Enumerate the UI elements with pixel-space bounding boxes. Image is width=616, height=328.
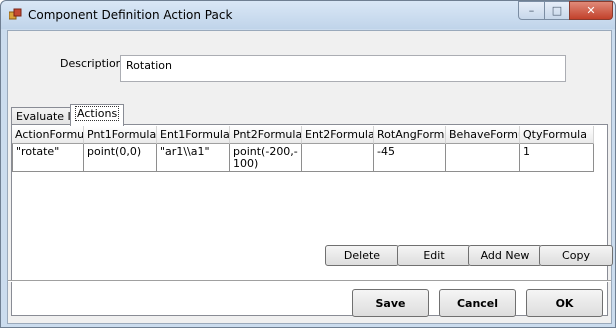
edit-button-label: Edit — [423, 249, 445, 262]
cell-pnt2[interactable]: point(-200,-100) — [230, 144, 302, 172]
delete-button-label: Delete — [343, 249, 381, 262]
minimize-button[interactable]: – — [518, 1, 545, 20]
column-header-action[interactable]: ActionFormul — [12, 126, 84, 144]
cell-action[interactable]: "rotate" — [12, 144, 84, 172]
column-header-rotang[interactable]: RotAngFormu — [374, 126, 446, 144]
tab-actions-label: Actions — [75, 106, 120, 121]
cell-rotang[interactable]: -45 — [374, 144, 446, 172]
column-header-pnt1[interactable]: Pnt1Formula — [84, 126, 157, 144]
tab-evaluate-if-label: Evaluate If — [16, 110, 75, 123]
dialog-client-area: Description Rotation Evaluate If Actions… — [7, 30, 613, 324]
dialog-window: Component Definition Action Pack – □ ✕ D… — [0, 0, 616, 328]
button-divider — [8, 280, 611, 282]
add-new-button-label: Add New — [480, 249, 530, 262]
edit-button[interactable]: Edit — [397, 245, 471, 266]
copy-button[interactable]: Copy — [539, 245, 613, 266]
cell-behave[interactable] — [446, 144, 520, 172]
cell-ent2[interactable] — [302, 144, 374, 172]
title-bar[interactable]: Component Definition Action Pack – □ ✕ — [1, 1, 615, 29]
ok-button-label: OK — [555, 296, 574, 310]
tab-actions[interactable]: Actions — [70, 104, 125, 126]
cell-pnt1[interactable]: point(0,0) — [84, 144, 157, 172]
minimize-icon: – — [528, 4, 535, 17]
close-icon: ✕ — [586, 4, 596, 17]
description-input[interactable]: Rotation — [120, 55, 566, 82]
save-button-label: Save — [375, 296, 406, 310]
column-header-ent2[interactable]: Ent2Formula — [302, 126, 374, 144]
grid-header-row: ActionFormul Pnt1Formula Ent1Formula Pnt… — [12, 126, 594, 144]
column-header-qty[interactable]: QtyFormula — [520, 126, 594, 144]
column-header-ent1[interactable]: Ent1Formula — [157, 126, 230, 144]
cancel-button[interactable]: Cancel — [439, 289, 516, 317]
copy-button-label: Copy — [562, 249, 590, 262]
maximize-button[interactable]: □ — [544, 1, 570, 20]
cell-ent1[interactable]: "ar1\\a1" — [157, 144, 230, 172]
window-title: Component Definition Action Pack — [28, 8, 233, 22]
app-icon — [9, 8, 22, 20]
ok-button[interactable]: OK — [526, 289, 603, 317]
actions-grid: ActionFormul Pnt1Formula Ent1Formula Pnt… — [12, 126, 594, 172]
maximize-icon: □ — [551, 4, 563, 17]
delete-button[interactable]: Delete — [325, 245, 399, 266]
column-header-behave[interactable]: BehaveFormu — [446, 126, 520, 144]
cell-qty[interactable]: 1 — [520, 144, 594, 172]
save-button[interactable]: Save — [352, 289, 429, 317]
table-row[interactable]: "rotate" point(0,0) "ar1\\a1" point(-200… — [12, 144, 594, 172]
add-new-button[interactable]: Add New — [468, 245, 542, 266]
column-header-pnt2[interactable]: Pnt2Formula — [230, 126, 302, 144]
cancel-button-label: Cancel — [456, 296, 499, 310]
description-label: Description — [60, 57, 123, 70]
close-button[interactable]: ✕ — [569, 1, 613, 20]
